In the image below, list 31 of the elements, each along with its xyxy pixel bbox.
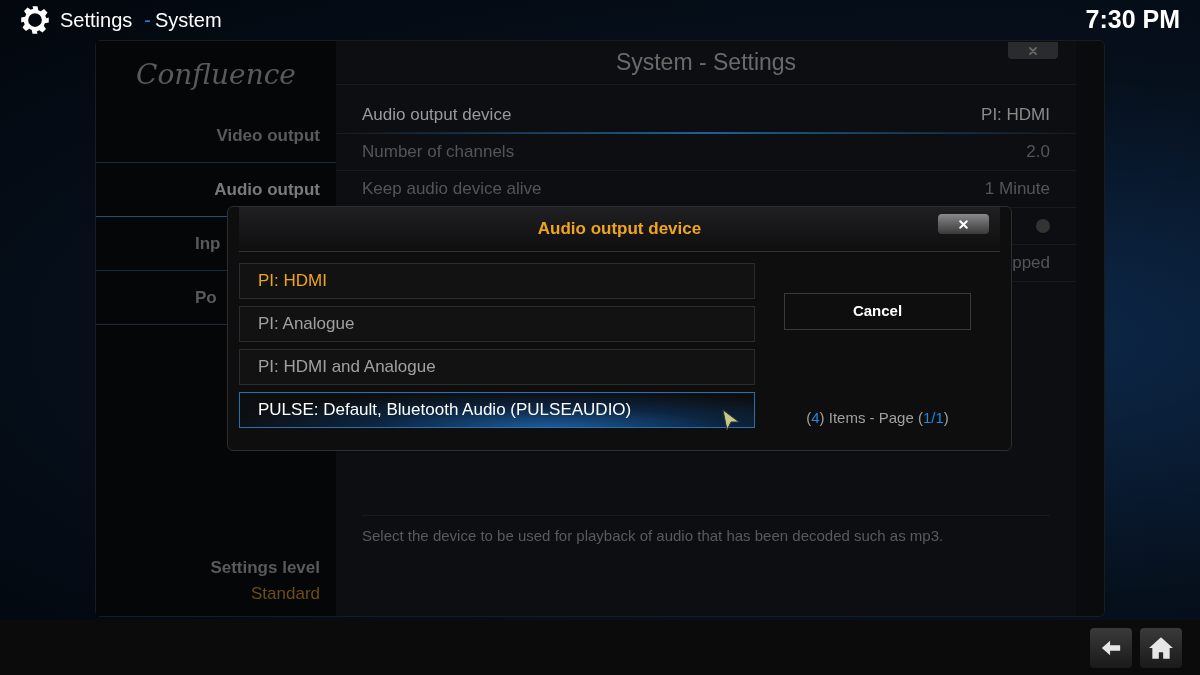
setting-label: Audio output device [362, 104, 512, 127]
header-subtitle: System [154, 8, 222, 33]
back-button[interactable] [1090, 627, 1132, 668]
option-item[interactable]: PULSE: Default, Bluetooth Audio (PULSEAUDIO) [239, 392, 755, 428]
settings-level-label: Settings level [210, 557, 320, 579]
setting-label: Keep audio device alive [362, 178, 542, 201]
home-button[interactable] [1140, 627, 1182, 668]
close-icon [1028, 45, 1038, 56]
panel-title: System - Settings [615, 48, 797, 78]
setting-row[interactable]: Audio output device PI: HDMI [336, 97, 1076, 134]
option-item[interactable]: PI: HDMI and Analogue [239, 349, 755, 385]
setting-value: PI: HDMI [981, 104, 1050, 127]
option-item[interactable]: PI: HDMI [239, 263, 755, 299]
clock: 7:30 PM [1085, 4, 1180, 36]
mouse-cursor-icon [721, 408, 741, 432]
logo: Confluence [136, 57, 296, 93]
dialog-title: Audio output device [537, 218, 702, 241]
setting-value: 1 Minute [984, 178, 1050, 201]
settings-icon [20, 5, 50, 35]
cancel-button[interactable]: Cancel [784, 293, 971, 330]
setting-value: 2.0 [1026, 141, 1050, 164]
settings-level-value: Standard [251, 582, 320, 605]
header-title: Settings [60, 8, 133, 33]
close-icon [958, 218, 969, 230]
setting-value: pped [1012, 252, 1050, 275]
page-info: (4) Items - Page (1/1) [806, 408, 949, 428]
header-separator: - [144, 8, 151, 33]
close-button[interactable] [938, 214, 989, 234]
option-item[interactable]: PI: Analogue [239, 306, 755, 342]
setting-description: Select the device to be used for playback of audio that has been decoded such as mp3. [362, 527, 944, 544]
setting-label: Number of channels [362, 141, 515, 164]
